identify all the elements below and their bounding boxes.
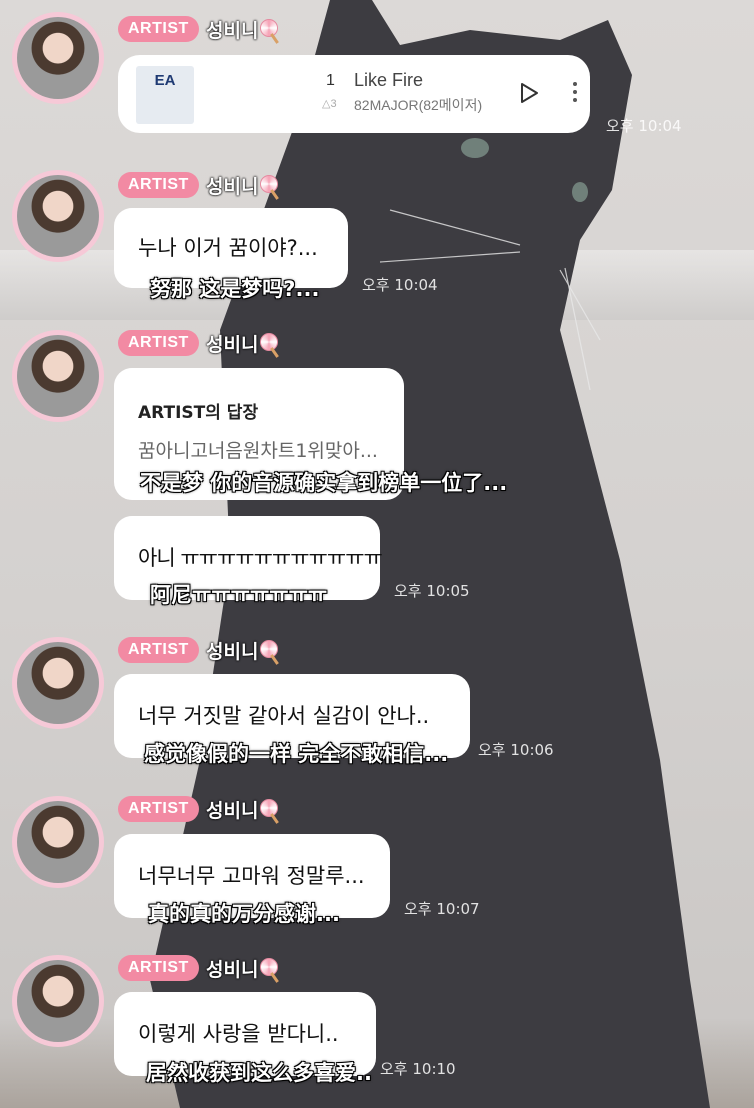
username: 성비니 [206, 641, 259, 663]
more-vertical-icon[interactable] [568, 80, 582, 104]
song-title: Like Fire [354, 70, 424, 90]
reply-quote: 꿈아니고너음원차트1위맞아... [138, 440, 378, 462]
subtitle: 居然收获到这么多喜爱.. [146, 1061, 372, 1085]
username: 성비니 [206, 334, 259, 356]
message-text: 누나 이거 꿈이야?... [138, 236, 318, 260]
username: 성비니 [206, 800, 259, 822]
chart-rank: 1 [326, 72, 335, 89]
timestamp: 오후 10:10 [380, 1060, 456, 1078]
message-text: 이렇게 사랑을 받다니.. [138, 1022, 339, 1046]
album-cover: EA [136, 66, 194, 124]
subtitle: 感觉像假的一样 完全不敢相信... [144, 742, 449, 766]
avatar[interactable] [12, 955, 104, 1047]
artist-badge: ARTIST [118, 796, 199, 822]
lollipop-icon [260, 333, 279, 358]
lollipop-icon [260, 799, 279, 824]
avatar[interactable] [12, 637, 104, 729]
username: 성비니 [206, 20, 259, 42]
message-text: 너무 거짓말 같아서 실감이 안나.. [138, 704, 430, 728]
message-text: 너무너무 고마워 정말루... [138, 864, 365, 888]
message-text: 아니 ㅠㅠㅠㅠㅠㅠㅠㅠㅠㅠㅠ [138, 546, 383, 570]
artist-badge: ARTIST [118, 16, 199, 42]
timestamp: 오후 10:04 [606, 117, 682, 135]
timestamp: 오후 10:04 [362, 276, 438, 294]
song-artist: 82MAJOR(82메이저) [354, 97, 483, 113]
timestamp: 오후 10:07 [404, 900, 480, 918]
artist-badge: ARTIST [118, 330, 199, 356]
lollipop-icon [260, 958, 279, 983]
rank-change: △3 [322, 98, 337, 110]
avatar[interactable] [12, 796, 104, 888]
artist-badge: ARTIST [118, 955, 199, 981]
timestamp: 오후 10:06 [478, 741, 554, 759]
album-cover-text: EA [154, 72, 176, 89]
subtitle: 真的真的万分感谢... [148, 902, 340, 926]
subtitle: 不是梦 你的音源确实拿到榜单一位了... [140, 471, 508, 495]
subtitle: 努那 这是梦吗?... [150, 277, 320, 301]
play-icon[interactable] [518, 82, 540, 104]
username: 성비니 [206, 959, 259, 981]
timestamp: 오후 10:05 [394, 582, 470, 600]
lollipop-icon [260, 175, 279, 200]
avatar[interactable] [12, 12, 104, 104]
avatar[interactable] [12, 330, 104, 422]
subtitle: 阿尼ㅠㅠㅠㅠㅠㅠㅠ [150, 583, 328, 607]
artist-badge: ARTIST [118, 172, 199, 198]
avatar[interactable] [12, 170, 104, 262]
lollipop-icon [260, 19, 279, 44]
reply-title: ARTIST의 답장 [138, 403, 259, 423]
username: 성비니 [206, 176, 259, 198]
lollipop-icon [260, 640, 279, 665]
artist-badge: ARTIST [118, 637, 199, 663]
